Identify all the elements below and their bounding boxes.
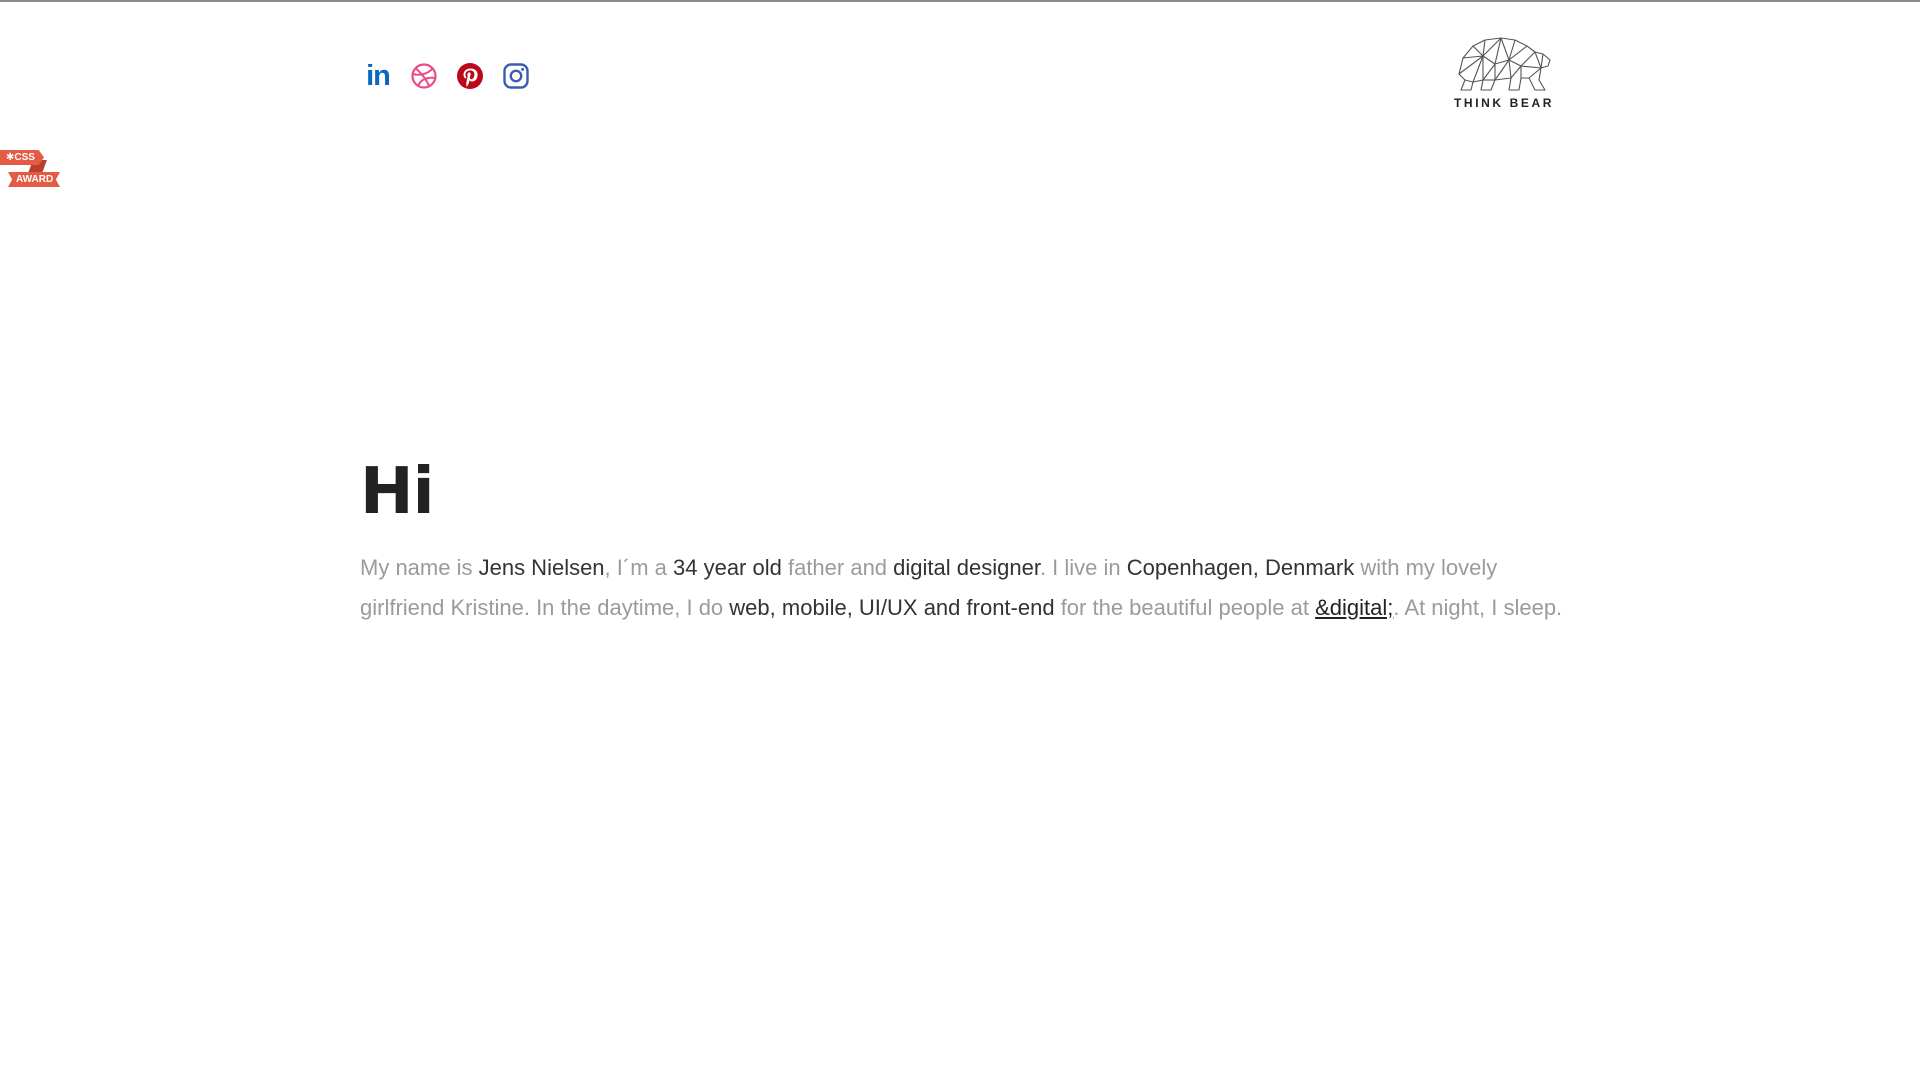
pinterest-icon [457,63,483,89]
dribbble-link[interactable] [408,60,440,92]
bio-paragraph: My name is Jens Nielsen, I´m a 34 year o… [360,548,1570,628]
bio-text-2: , I´m a [604,555,673,580]
bio-text-6: for the beautiful people at [1054,595,1316,620]
hero-title: Hi [360,455,435,529]
social-links: in [362,60,532,92]
award-line1: ✱CSS [0,150,44,165]
linkedin-icon: in [366,59,391,92]
instagram-icon [503,63,529,89]
bio-text-7: . At night, I sleep. [1393,595,1563,620]
linkedin-link[interactable]: in [362,60,394,92]
bio-text-3: father and [781,555,894,580]
bio-text-1: My name is [360,555,479,580]
pinterest-link[interactable] [454,60,486,92]
bio-name: Jens Nielsen [478,555,605,580]
top-border [0,0,1920,2]
company-link[interactable]: &digital; [1315,595,1393,620]
css-award-badge[interactable]: ✱CSS AWARD [0,148,62,194]
award-css-label: CSS [14,152,35,163]
logo-text: THINK BEAR [1454,96,1554,110]
bio-role: digital designer [893,555,1040,580]
think-bear-logo[interactable]: THINK BEAR [1448,34,1560,110]
hero-section: Hi My name is Jens Nielsen, I´m a 34 yea… [360,460,1570,628]
dribbble-icon [411,63,437,89]
bio-age: 34 year old [673,555,782,580]
instagram-link[interactable] [500,60,532,92]
bio-location: Copenhagen, Denmark [1126,555,1355,580]
award-line2: AWARD [8,172,60,187]
bio-text-4: . I live in [1039,555,1127,580]
bio-skills: web, mobile, UI/UX and front-end [729,595,1055,620]
bear-icon [1458,37,1551,91]
